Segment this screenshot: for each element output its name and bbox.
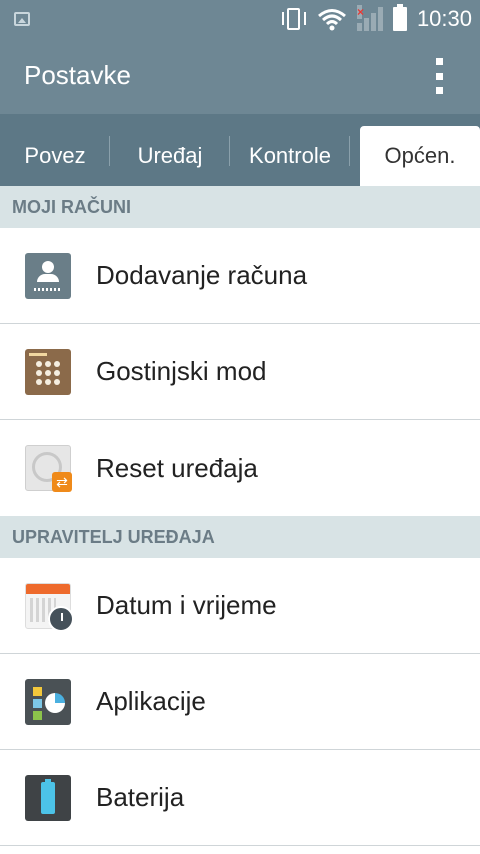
tab-label: Općen.	[384, 143, 456, 168]
list-item-guest-mode[interactable]: Gostinjski mod	[0, 324, 480, 420]
battery-settings-icon	[25, 774, 71, 821]
page-title: Postavke	[24, 60, 131, 90]
tab-kontrole[interactable]: Kontrole	[230, 126, 350, 186]
signal-icon: ×	[356, 5, 383, 31]
list-item-label: Reset uređaja	[96, 452, 258, 483]
wifi-icon	[317, 9, 346, 31]
list-item-battery[interactable]: Baterija	[0, 750, 480, 846]
vibrate-icon	[281, 6, 307, 32]
apps-icon	[25, 678, 71, 725]
reset-device-icon: ⇄	[25, 445, 72, 492]
list-item-add-account[interactable]: Dodavanje računa	[0, 228, 480, 324]
list-item-label: Gostinjski mod	[96, 356, 267, 386]
add-account-icon	[25, 252, 71, 299]
clock: 10:30	[416, 6, 472, 31]
battery-icon	[392, 4, 407, 31]
tab-povez[interactable]: Povez	[0, 126, 110, 186]
overflow-menu-icon[interactable]	[434, 58, 444, 94]
action-bar: Postavke	[0, 38, 480, 114]
gallery-notification-icon	[14, 12, 30, 26]
list-item-reset-device[interactable]: ⇄ Reset uređaja	[0, 420, 480, 516]
tab-label: Uređaj	[137, 143, 203, 168]
guest-mode-icon	[25, 348, 71, 395]
tab-uredaj[interactable]: Uređaj	[110, 126, 230, 186]
tab-label: Povez	[24, 143, 86, 168]
tab-label: Kontrole	[249, 143, 331, 168]
list-item-label: Baterija	[96, 782, 185, 812]
date-time-icon	[25, 582, 74, 632]
list-item-label: Dodavanje računa	[96, 260, 308, 290]
status-icons: × 10:30	[281, 0, 472, 38]
list-item-apps[interactable]: Aplikacije	[0, 654, 480, 750]
list-item-label: Datum i vrijeme	[96, 590, 277, 620]
list-item-label: Aplikacije	[96, 686, 206, 716]
list-item-date-time[interactable]: Datum i vrijeme	[0, 558, 480, 654]
tab-bar: Povez Uređaj Kontrole Općen.	[0, 114, 480, 186]
tab-opcenito[interactable]: Općen.	[360, 126, 480, 186]
section-header-accounts: MOJI RAČUNI	[0, 186, 480, 228]
section-header-device-manager: UPRAVITELJ UREĐAJA	[0, 516, 480, 558]
status-bar: × 10:30	[0, 0, 480, 38]
